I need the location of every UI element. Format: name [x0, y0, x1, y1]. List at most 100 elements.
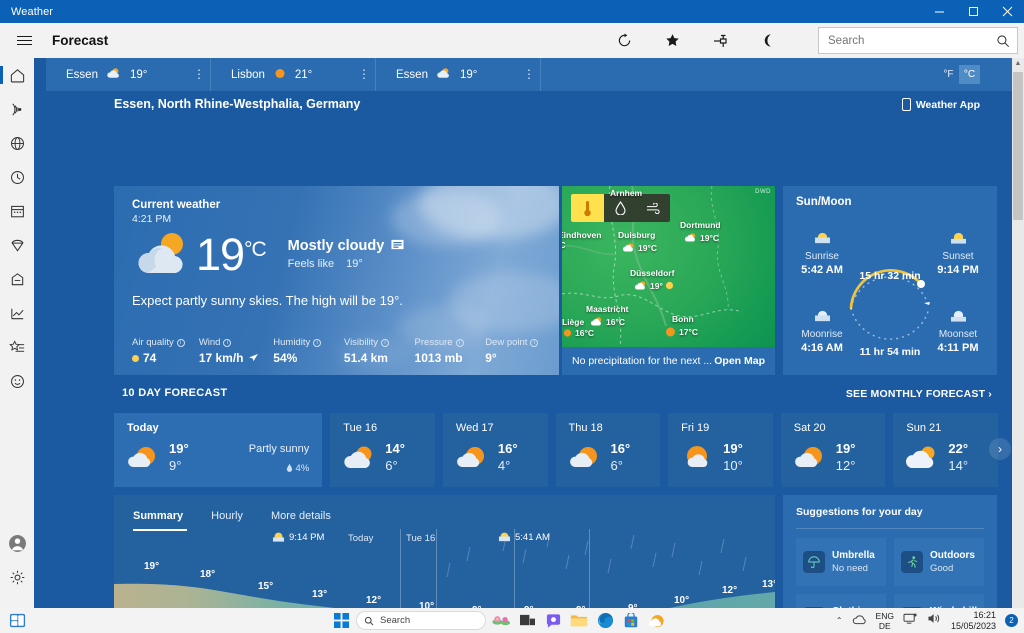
- stat-value: 51.4 km: [344, 351, 388, 365]
- wind-layer-icon[interactable]: [637, 194, 670, 222]
- weather-widget-taskbar-icon[interactable]: [6, 610, 28, 631]
- widgets-icon[interactable]: [490, 610, 512, 631]
- forecast-day-card[interactable]: Tue 16 14° 6°: [330, 413, 435, 487]
- maximize-button[interactable]: [956, 0, 990, 23]
- forecast-day-card[interactable]: Today 19° 9° Partly sunny 4%: [114, 413, 322, 487]
- location-tab-name: Lisbon: [231, 69, 265, 81]
- forecast-strip: Today 19° 9° Partly sunny 4%: [114, 413, 998, 487]
- start-icon[interactable]: [330, 610, 352, 631]
- suggestions-title: Suggestions for your day: [796, 506, 923, 518]
- hamburger-menu-icon[interactable]: [6, 36, 42, 45]
- tab-more-details[interactable]: More details: [257, 503, 345, 529]
- info-icon[interactable]: i: [381, 339, 389, 347]
- see-monthly-forecast-link[interactable]: SEE MONTHLY FORECAST ›: [846, 388, 992, 400]
- precipitation-layer-icon[interactable]: [604, 194, 637, 222]
- sidebar-item-forecast[interactable]: [0, 58, 34, 92]
- show-hidden-icons-chevron-icon[interactable]: ⌃: [836, 616, 843, 625]
- open-map-button[interactable]: Open Map: [714, 355, 765, 367]
- location-tab[interactable]: Lisbon 21° ⋮: [211, 58, 376, 91]
- sidebar-item-maps[interactable]: [0, 92, 34, 126]
- search-box[interactable]: [818, 27, 1018, 54]
- condition-detail-icon[interactable]: [391, 238, 404, 254]
- location-tab-menu-icon[interactable]: ⋮: [358, 72, 362, 77]
- forecast-day-body: 19° 9°: [127, 440, 189, 474]
- taskbar-right: ⌃ ENG DE 16:21 15/05/2023 2: [836, 610, 1018, 632]
- forecast-day-card[interactable]: Wed 17 16° 4°: [443, 413, 548, 487]
- file-explorer-icon[interactable]: [568, 610, 590, 631]
- chat-icon[interactable]: [542, 610, 564, 631]
- suggestion-umbrella[interactable]: Umbrella No need: [796, 538, 886, 586]
- sidebar-item-favorites[interactable]: [0, 330, 34, 364]
- sidebar-item-pollen[interactable]: [0, 228, 34, 262]
- account-avatar-icon[interactable]: [0, 526, 34, 560]
- minimize-button[interactable]: [922, 0, 956, 23]
- dark-mode-moon-icon[interactable]: [744, 23, 792, 58]
- sidebar-item-trends[interactable]: [0, 296, 34, 330]
- sidebar-item-monthly-forecast[interactable]: [0, 194, 34, 228]
- weather-app-window: Weather Forecast: [0, 0, 1024, 633]
- location-tab-menu-icon[interactable]: ⋮: [193, 72, 197, 77]
- gear-icon[interactable]: [0, 560, 34, 594]
- language-indicator[interactable]: ENG DE: [876, 611, 894, 631]
- map-city-temp: 19°C: [622, 242, 657, 253]
- suggestion-outdoors[interactable]: Outdoors Good: [894, 538, 984, 586]
- suggestion-wind-chill[interactable]: Wind chill Safe: [894, 594, 984, 608]
- weather-map-card[interactable]: DWD Arnhem Eindhoven °C Dortmund 19°C: [562, 186, 775, 375]
- location-tab-menu-icon[interactable]: ⋮: [523, 72, 527, 77]
- forecast-day-card[interactable]: Sun 21 22° 14°: [893, 413, 998, 487]
- forecast-day-card[interactable]: Fri 19 19° 10°: [668, 413, 773, 487]
- pin-icon[interactable]: [696, 23, 744, 58]
- location-tab[interactable]: Essen 19° ⋮: [46, 58, 211, 91]
- notification-badge[interactable]: 2: [1005, 614, 1018, 627]
- fahrenheit-button[interactable]: °F: [938, 65, 959, 84]
- chart-temp-label: 19°: [144, 561, 159, 572]
- map-city-temp: 17°C: [664, 326, 698, 338]
- moonset-icon: [927, 308, 989, 326]
- taskview-icon[interactable]: [516, 610, 538, 631]
- volume-icon[interactable]: [927, 612, 942, 630]
- network-icon[interactable]: [903, 612, 918, 630]
- favorite-star-icon[interactable]: [648, 23, 696, 58]
- refresh-icon[interactable]: [600, 23, 648, 58]
- weather-app-link[interactable]: Weather App: [902, 98, 980, 111]
- info-icon[interactable]: i: [223, 339, 231, 347]
- info-icon[interactable]: i: [313, 339, 321, 347]
- suggestion-clothing[interactable]: Clothing Light jacket: [796, 594, 886, 608]
- taskbar-search[interactable]: Search: [356, 611, 486, 630]
- info-icon[interactable]: i: [456, 339, 464, 347]
- forecast-day-label: Sun 21: [906, 422, 941, 434]
- forecast-next-button[interactable]: ›: [989, 438, 1011, 460]
- content-scrollbar[interactable]: ▲: [1012, 58, 1024, 608]
- info-icon[interactable]: i: [530, 339, 538, 347]
- info-icon[interactable]: i: [177, 339, 185, 347]
- forecast-day-card[interactable]: Sat 20 19° 12°: [781, 413, 886, 487]
- stat-label: Visibility: [344, 337, 378, 348]
- sunrise-value: 5:42 AM: [791, 264, 853, 276]
- sidebar-item-severe-weather[interactable]: [0, 126, 34, 160]
- chart-temp-label: 13°: [312, 589, 327, 600]
- scroll-up-arrow[interactable]: ▲: [1014, 60, 1022, 67]
- search-input[interactable]: [819, 35, 989, 47]
- search-icon[interactable]: [989, 34, 1017, 48]
- weather-icon[interactable]: [646, 610, 668, 631]
- microsoft-store-icon[interactable]: [620, 610, 642, 631]
- search-icon: [364, 616, 374, 626]
- celsius-button[interactable]: °C: [959, 65, 980, 84]
- stat-value: 54%: [273, 351, 297, 365]
- sunset-block: Sunset 9:14 PM: [927, 230, 989, 276]
- sidebar-item-life[interactable]: [0, 262, 34, 296]
- scrollbar-thumb[interactable]: [1013, 72, 1023, 220]
- sidebar-item-historical-weather[interactable]: [0, 160, 34, 194]
- sunset-icon: [927, 230, 989, 248]
- location-tab[interactable]: Essen 19° ⋮: [376, 58, 541, 91]
- tab-hourly[interactable]: Hourly: [197, 503, 257, 529]
- clock[interactable]: 16:21 15/05/2023: [951, 610, 996, 632]
- sidebar-item-send-feedback[interactable]: [0, 364, 34, 398]
- cloud-icon[interactable]: [852, 612, 867, 630]
- close-button[interactable]: [990, 0, 1024, 23]
- temperature-layer-icon[interactable]: [571, 194, 604, 222]
- partly-cloudy-icon: [343, 443, 377, 471]
- tab-summary[interactable]: Summary: [128, 503, 197, 529]
- forecast-day-card[interactable]: Thu 18 16° 6°: [556, 413, 661, 487]
- edge-icon[interactable]: [594, 610, 616, 631]
